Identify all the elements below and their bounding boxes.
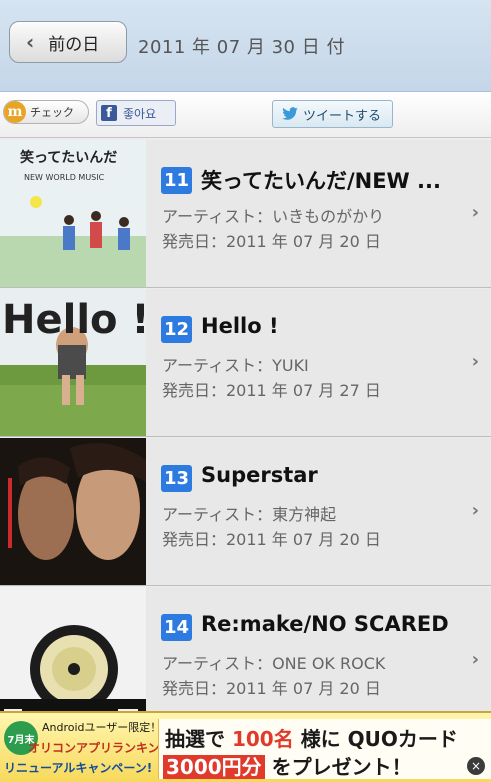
rank-badge: 13 (161, 465, 192, 492)
song-title: 笑ってたいんだ/NEW ... (201, 169, 441, 193)
ad-offer-line-2: 3000円分 をプレゼント！ (163, 751, 412, 780)
release-date-text: 発売日：2011 年 07 月 27 日 (162, 381, 381, 400)
ad-line-3: リニューアルキャンペーン! (4, 761, 153, 775)
social-share-bar: m チェック f 좋아요 ツイートする (0, 92, 491, 138)
chevron-right-icon: › (471, 500, 479, 521)
tweet-button[interactable]: ツイートする (272, 100, 393, 128)
song-title: Hello ! (201, 314, 279, 338)
song-title: Superstar (201, 463, 318, 487)
twitter-bird-icon (282, 107, 298, 120)
album-jacket: Hello ! (0, 289, 146, 436)
release-date-text: 発売日：2011 年 07 月 20 日 (162, 232, 381, 251)
ad-line-2: オリコンアプリランキング (28, 741, 172, 755)
ranking-row[interactable]: 笑ってたいんだ NEW WORLD MUSIC 11 笑ってたいんだ/NEW .… (0, 140, 491, 288)
jacket-subtitle-text: NEW WORLD MUSIC (24, 173, 105, 182)
previous-day-label: 前の日 (48, 34, 100, 55)
ad-offer-tail: をプレゼント！ (271, 755, 412, 779)
ad-offer-panel: 抽選で 100名 様に QUOカード 3000円分 をプレゼント！ (158, 719, 491, 779)
chevron-left-icon: ‹ (26, 30, 35, 54)
ranking-date: 2011 年 07 月 30 日 付 (138, 37, 345, 58)
ranking-row[interactable]: 13 Superstar アーティスト：東方神起 発売日：2011 年 07 月… (0, 438, 491, 586)
song-title: Re:make/NO SCARED (201, 612, 449, 636)
previous-day-button[interactable]: ‹ 前の日 (9, 21, 127, 63)
album-jacket: 笑ってたいんだ NEW WORLD MUSIC (0, 140, 146, 287)
jacket-title-text: 笑ってたいんだ (20, 149, 117, 166)
chevron-right-icon: › (471, 351, 479, 372)
artist-text: アーティスト：ONE OK ROCK (162, 654, 386, 673)
mixi-check-label: チェック (30, 106, 74, 119)
ranking-row[interactable]: Hello ! 12 Hello ! アーティスト：YUKI 発売日：2011 … (0, 289, 491, 437)
artist-text: アーティスト：YUKI (162, 356, 309, 375)
artist-text: アーティスト：いきものがかり (162, 207, 385, 226)
close-icon[interactable]: × (467, 757, 485, 775)
ad-offer-amount: 3000円分 (163, 755, 265, 779)
campaign-banner-ad[interactable]: 7月末 Androidユーザー限定！ オリコンアプリランキング リニューアルキャ… (0, 711, 491, 782)
app-header: ‹ 前の日 2011 年 07 月 30 日 付 (0, 0, 491, 92)
chevron-right-icon: › (471, 202, 479, 223)
ad-offer-line-1: 抽選で 100名 様に QUOカード (165, 723, 458, 752)
ad-offer-count: 100名 (231, 727, 294, 751)
release-date-text: 発売日：2011 年 07 月 20 日 (162, 679, 381, 698)
ad-line-1: Androidユーザー限定！ (42, 721, 162, 734)
facebook-like-label: 좋아요 (123, 106, 157, 121)
rank-badge: 14 (161, 614, 192, 641)
release-date-text: 発売日：2011 年 07 月 20 日 (162, 530, 381, 549)
jacket-title-text: Hello ! (2, 297, 146, 343)
rank-badge: 11 (161, 167, 192, 194)
album-jacket (0, 438, 146, 585)
artist-text: アーティスト：東方神起 (162, 505, 337, 524)
ad-offer-suffix: 様に QUOカード (300, 727, 458, 751)
mixi-logo-icon: m (4, 101, 26, 123)
tweet-label: ツイートする (303, 108, 382, 124)
facebook-like-button[interactable]: f 좋아요 (96, 100, 176, 126)
mixi-check-button[interactable]: m チェック (3, 100, 89, 124)
chevron-right-icon: › (471, 649, 479, 670)
facebook-logo-icon: f (101, 105, 117, 121)
rank-badge: 12 (161, 316, 192, 343)
ad-offer-prefix: 抽選で (165, 727, 225, 751)
